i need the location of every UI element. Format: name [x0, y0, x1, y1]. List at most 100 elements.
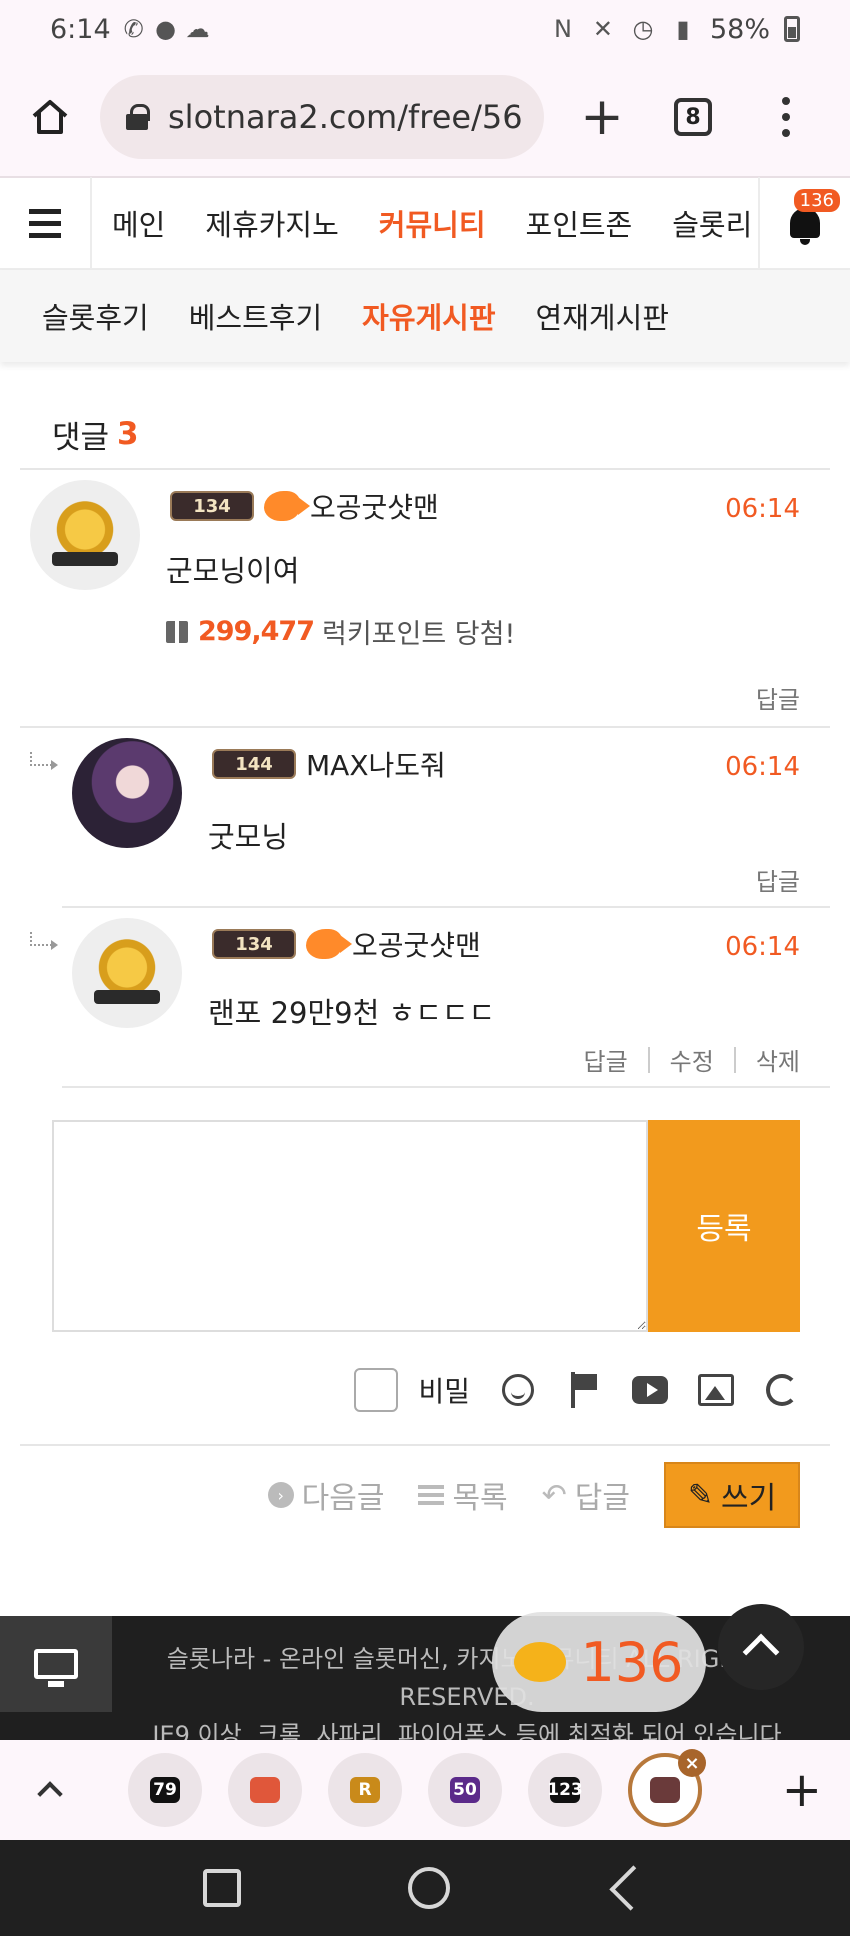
avatar[interactable] — [72, 918, 182, 1028]
system-nav-bar — [0, 1840, 850, 1936]
comment-author: 134 오공굿샷맨 — [212, 924, 481, 964]
lucky-point-label: 럭키포인트 당첨! — [321, 619, 516, 650]
list-button[interactable]: 목록 — [418, 1473, 508, 1517]
submit-comment-button[interactable]: 등록 — [648, 1120, 800, 1332]
tab-favicon-button[interactable]: × — [628, 1749, 706, 1827]
nfc-icon: N — [554, 15, 572, 43]
emoticon-button[interactable] — [500, 1372, 536, 1408]
close-tab-icon[interactable]: × — [678, 1749, 706, 1777]
comment-item: 134 오공굿샷맨 06:14 군모닝이여 299,477 럭키포인트 당첨! … — [20, 470, 830, 728]
image-button[interactable] — [698, 1372, 734, 1408]
notification-badge: 136 — [793, 189, 840, 212]
pc-version-button[interactable] — [0, 1616, 112, 1712]
expand-tabs-button[interactable] — [0, 1777, 100, 1807]
flag-button[interactable] — [566, 1372, 602, 1408]
scroll-to-top-button[interactable] — [718, 1604, 804, 1690]
divider — [647, 1046, 650, 1073]
fish-icon — [264, 491, 310, 521]
chat-bubble-icon — [514, 1642, 567, 1682]
url-text: slotnara2.com/free/56 — [168, 98, 523, 136]
flag-icon — [569, 1372, 599, 1408]
comment-input[interactable] — [52, 1120, 648, 1332]
footer-copyright: 슬롯나라 - 온라인 슬롯머신, 카지노 커뮤니티 ALL RIGHTS RES… — [166, 1645, 768, 1711]
board-tab[interactable]: 베스트후기 — [169, 295, 342, 337]
site-favicon-icon — [650, 1777, 680, 1803]
username[interactable]: 오공굿샷맨 — [310, 486, 439, 526]
back-button[interactable] — [609, 1865, 655, 1911]
reply-button[interactable]: 답글 — [756, 862, 800, 897]
comments-header: 댓글 3 — [20, 400, 830, 470]
refresh-icon — [766, 1374, 798, 1406]
chat-floating-button[interactable]: 136 — [492, 1612, 706, 1712]
lucky-point-notice: 299,477 럭키포인트 당첨! — [166, 612, 515, 651]
list-label: 목록 — [452, 1481, 508, 1516]
home-button[interactable] — [0, 98, 100, 136]
bell-icon — [790, 208, 820, 245]
username[interactable]: MAX나도줘 — [306, 744, 446, 784]
reply-button[interactable]: 답글 — [583, 1042, 627, 1077]
recents-button[interactable] — [203, 1869, 242, 1907]
site-nav-item[interactable]: 슬롯리 — [652, 202, 758, 244]
chat-count: 136 — [580, 1630, 684, 1694]
edit-button[interactable]: 수정 — [670, 1042, 714, 1077]
reply-arrow-icon — [30, 932, 58, 950]
home-system-button[interactable] — [407, 1867, 450, 1909]
list-icon — [418, 1485, 445, 1505]
chevron-right-icon: › — [267, 1482, 294, 1508]
write-post-button[interactable]: ✎ 쓰기 — [664, 1462, 800, 1528]
post-nav: › 다음글 목록 ↶ 답글 ✎ 쓰기 — [267, 1462, 800, 1528]
browser-bottom-bar: 79 R 50 123 × + — [0, 1740, 850, 1840]
site-favicon-icon: 50 — [450, 1777, 480, 1803]
comment-item: 134 오공굿샷맨 06:14 랜포 29만9천 ㅎㄷㄷㄷ 답글 수정 삭제 — [30, 908, 830, 1088]
tab-strip: 79 R 50 123 × — [128, 1749, 706, 1827]
delete-button[interactable]: 삭제 — [756, 1042, 800, 1077]
site-favicon-icon: R — [350, 1777, 380, 1803]
gift-icon — [166, 620, 188, 643]
board-tab[interactable]: 자유게시판 — [342, 295, 515, 337]
reply-button[interactable]: 답글 — [756, 680, 800, 715]
comments-title: 댓글 — [52, 419, 110, 456]
tab-favicon-button[interactable] — [228, 1753, 302, 1827]
url-bar[interactable]: slotnara2.com/free/56 — [100, 75, 544, 159]
hamburger-menu-button[interactable] — [0, 177, 92, 269]
alarm-icon: ◷ — [632, 15, 654, 43]
site-nav-item[interactable]: 커뮤니티 — [359, 202, 506, 244]
secret-label: 비밀 — [418, 1375, 470, 1408]
site-favicon-icon — [250, 1777, 280, 1803]
username[interactable]: 오공굿샷맨 — [352, 924, 481, 964]
image-icon — [698, 1374, 734, 1406]
footer-text: 슬롯나라 - 온라인 슬롯머신, 카지노 커뮤니티 ALL RIGHTS RES… — [112, 1640, 822, 1740]
board-tab[interactable]: 연재게시판 — [516, 295, 689, 337]
notification-button[interactable]: 136 — [758, 177, 850, 269]
refresh-button[interactable] — [764, 1372, 800, 1408]
site-nav-item[interactable]: 제휴카지노 — [185, 202, 358, 244]
tab-favicon-button[interactable]: 123 — [528, 1753, 602, 1827]
comment-toolbar: 비밀 — [354, 1368, 800, 1412]
menu-button[interactable] — [782, 97, 790, 137]
comment-time: 06:14 — [725, 932, 800, 962]
new-tab-button[interactable]: + — [552, 87, 652, 147]
smile-icon — [502, 1374, 534, 1406]
tab-favicon-button[interactable]: 79 — [128, 1753, 202, 1827]
secret-checkbox[interactable] — [354, 1368, 399, 1412]
next-post-button[interactable]: › 다음글 — [267, 1473, 384, 1517]
signal-icon: ▮ — [676, 15, 690, 43]
reply-post-button[interactable]: ↶ 답글 — [542, 1473, 630, 1517]
video-button[interactable] — [632, 1372, 668, 1408]
tab-favicon-button[interactable]: 50 — [428, 1753, 502, 1827]
site-nav: 메인 제휴카지노 커뮤니티 포인트존 슬롯리 136 — [0, 177, 850, 270]
reply-post-label: 답글 — [574, 1481, 630, 1516]
status-time: 6:14 — [50, 13, 111, 45]
tab-favicon-button[interactable]: R — [328, 1753, 402, 1827]
mute-icon: ✕ — [592, 15, 614, 43]
site-nav-item[interactable]: 메인 — [92, 202, 185, 244]
site-nav-item[interactable]: 포인트존 — [506, 202, 653, 244]
tab-switcher-button[interactable]: 8 — [674, 98, 712, 136]
new-tab-button[interactable]: + — [782, 1762, 822, 1818]
comment-text: 랜포 29만9천 ㅎㄷㄷㄷ — [208, 996, 496, 1030]
battery-percent: 58% — [709, 13, 770, 45]
avatar[interactable] — [72, 738, 182, 848]
comment-actions: 답글 — [756, 680, 800, 715]
board-tab[interactable]: 슬롯후기 — [22, 295, 169, 337]
avatar[interactable] — [30, 480, 140, 590]
